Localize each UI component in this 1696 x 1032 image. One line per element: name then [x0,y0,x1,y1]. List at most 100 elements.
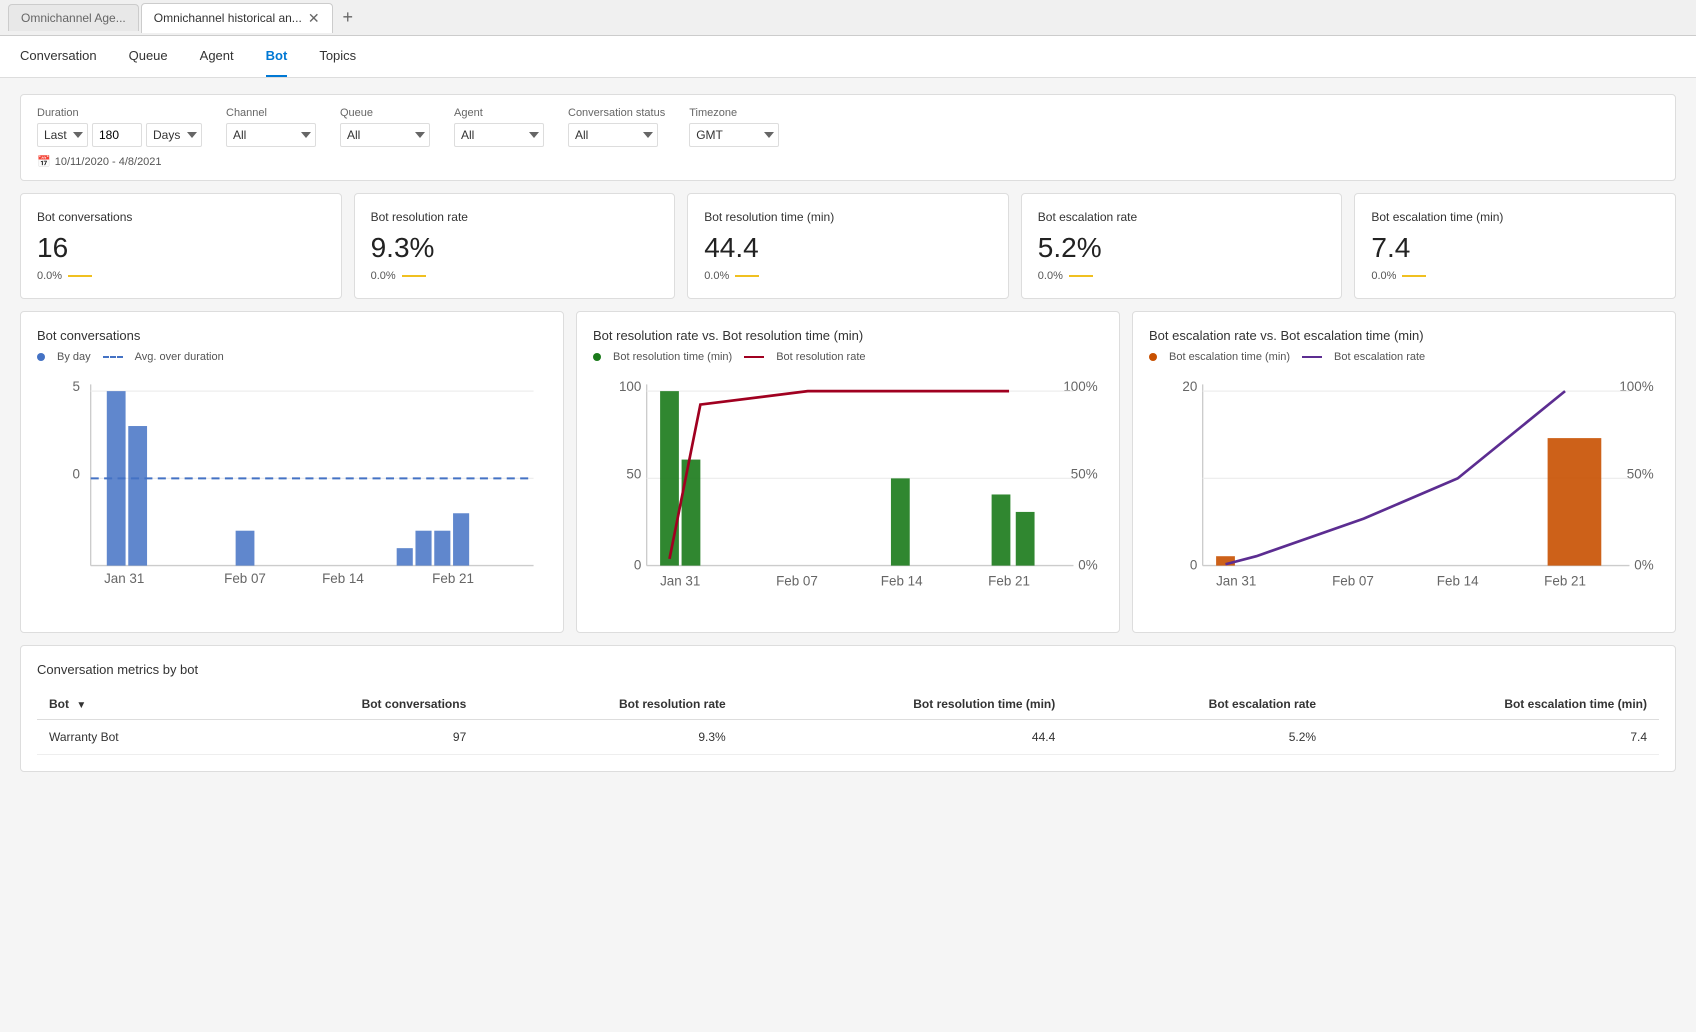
kpi-bot-escalation-rate-title: Bot escalation rate [1038,210,1326,224]
svg-text:50%: 50% [1627,466,1654,481]
queue-label: Queue [340,107,430,119]
table-title: Conversation metrics by bot [37,662,1659,677]
table-header-row: Bot ▼ Bot conversations Bot resolution r… [37,689,1659,720]
kpi-bot-conversations-title: Bot conversations [37,210,325,224]
kpi-bot-escalation-rate: Bot escalation rate 5.2% 0.0% [1021,193,1343,299]
legend-escalation-rate-line [1302,356,1322,358]
svg-text:100%: 100% [1063,379,1097,394]
channel-select[interactable]: All [226,123,316,147]
channel-filter: Channel All [226,107,316,147]
duration-unit-select[interactable]: Days [146,123,202,147]
kpi-bot-resolution-time-change: 0.0% [704,270,729,282]
bot-conversations-chart-title: Bot conversations [37,328,547,343]
escalation-rate-time-chart-title: Bot escalation rate vs. Bot escalation t… [1149,328,1659,343]
queue-filter: Queue All [340,107,430,147]
tab-queue[interactable]: Queue [129,36,168,77]
tab-agent[interactable]: Agent [200,36,234,77]
td-escalation-time: 7.4 [1328,719,1659,754]
svg-text:50%: 50% [1071,466,1098,481]
kpi-bot-escalation-rate-bar [1069,275,1093,277]
svg-text:Jan 31: Jan 31 [1216,574,1256,589]
tab-1[interactable]: Omnichannel Age... [8,4,139,31]
bot-conversations-chart-card: Bot conversations By day Avg. over durat… [20,311,564,633]
tab-2-label: Omnichannel historical an... [154,11,302,25]
th-bot[interactable]: Bot ▼ [37,689,223,720]
kpi-bot-resolution-rate-title: Bot resolution rate [371,210,659,224]
tab-bot[interactable]: Bot [266,36,288,77]
timezone-label: Timezone [689,107,779,119]
svg-text:0: 0 [1190,558,1197,573]
td-resolution-rate: 9.3% [478,719,737,754]
queue-select[interactable]: All [340,123,430,147]
table-row: Warranty Bot 97 9.3% 44.4 5.2% 7.4 [37,719,1659,754]
duration-last-select[interactable]: Last [37,123,88,147]
resolution-rate-time-legend: Bot resolution time (min) Bot resolution… [593,351,1103,363]
kpi-bot-resolution-time-value: 44.4 [704,232,992,264]
date-range-text: 10/11/2020 - 4/8/2021 [55,156,162,168]
kpi-bot-escalation-rate-change: 0.0% [1038,270,1063,282]
svg-text:Feb 07: Feb 07 [224,571,266,586]
legend-resolution-rate-line [744,356,764,358]
main-content: Duration Last Days Channel All [0,78,1696,1032]
kpi-bot-escalation-time-value: 7.4 [1371,232,1659,264]
th-escalation-rate: Bot escalation rate [1067,689,1328,720]
conversation-status-select[interactable]: All [568,123,658,147]
timezone-select[interactable]: GMT [689,123,779,147]
duration-value-input[interactable] [92,123,142,147]
escalation-rate-time-svg: 20 0 100% 50% 0% Jan 31 Feb 07 Feb 14 [1149,371,1659,613]
channel-label: Channel [226,107,316,119]
legend-resolution-rate-label: Bot resolution rate [776,351,865,363]
resolution-rate-time-chart-card: Bot resolution rate vs. Bot resolution t… [576,311,1120,633]
td-escalation-rate: 5.2% [1067,719,1328,754]
tab-topics[interactable]: Topics [319,36,356,77]
legend-by-day-dot [37,353,45,361]
tab-conversation[interactable]: Conversation [20,36,97,77]
td-resolution-time: 44.4 [738,719,1068,754]
chart-row: Bot conversations By day Avg. over durat… [20,311,1676,633]
resolution-rate-time-svg: 100 50 0 100% 50% 0% [593,371,1103,613]
agent-select[interactable]: All [454,123,544,147]
kpi-bot-escalation-time-change: 0.0% [1371,270,1396,282]
kpi-bot-escalation-time: Bot escalation time (min) 7.4 0.0% [1354,193,1676,299]
svg-text:100: 100 [619,379,641,394]
kpi-bot-resolution-rate: Bot resolution rate 9.3% 0.0% [354,193,676,299]
duration-filter: Duration Last Days [37,107,202,147]
table-section: Conversation metrics by bot Bot ▼ Bot co… [20,645,1676,772]
th-conversations: Bot conversations [223,689,479,720]
resolution-rate-time-chart-title: Bot resolution rate vs. Bot resolution t… [593,328,1103,343]
svg-text:0%: 0% [1634,558,1653,573]
kpi-bot-resolution-rate-change: 0.0% [371,270,396,282]
svg-text:Jan 31: Jan 31 [660,574,700,589]
svg-text:Feb 07: Feb 07 [1332,574,1374,589]
legend-by-day-label: By day [57,351,91,363]
bot-conversations-svg: 5 0 Jan 31 [37,371,547,613]
legend-escalation-time-label: Bot escalation time (min) [1169,351,1290,363]
svg-text:5: 5 [72,379,79,394]
svg-text:100%: 100% [1619,379,1653,394]
kpi-bot-conversations-change: 0.0% [37,270,62,282]
conversation-status-label: Conversation status [568,107,665,119]
tab-2-close-icon[interactable]: ✕ [308,10,320,27]
new-tab-button[interactable]: + [335,7,362,28]
kpi-bot-resolution-time-bar [735,275,759,277]
tab-2[interactable]: Omnichannel historical an... ✕ [141,3,333,33]
tab-1-label: Omnichannel Age... [21,11,126,25]
svg-text:0%: 0% [1078,558,1097,573]
kpi-bot-escalation-time-bar [1402,275,1426,277]
page-tabs: Conversation Queue Agent Bot Topics [0,36,1696,78]
svg-text:Feb 14: Feb 14 [322,571,364,586]
kpi-bot-resolution-rate-value: 9.3% [371,232,659,264]
bot-metrics-table: Bot ▼ Bot conversations Bot resolution r… [37,689,1659,755]
svg-text:50: 50 [626,466,641,481]
legend-escalation-time-dot [1149,353,1157,361]
td-bot-name: Warranty Bot [37,719,223,754]
svg-text:0: 0 [72,466,79,481]
kpi-bot-conversations-value: 16 [37,232,325,264]
filter-bar: Duration Last Days Channel All [20,94,1676,181]
th-resolution-time: Bot resolution time (min) [738,689,1068,720]
kpi-row: Bot conversations 16 0.0% Bot resolution… [20,193,1676,299]
legend-avg-label: Avg. over duration [135,351,224,363]
kpi-bot-resolution-time-title: Bot resolution time (min) [704,210,992,224]
agent-label: Agent [454,107,544,119]
kpi-bot-conversations: Bot conversations 16 0.0% [20,193,342,299]
